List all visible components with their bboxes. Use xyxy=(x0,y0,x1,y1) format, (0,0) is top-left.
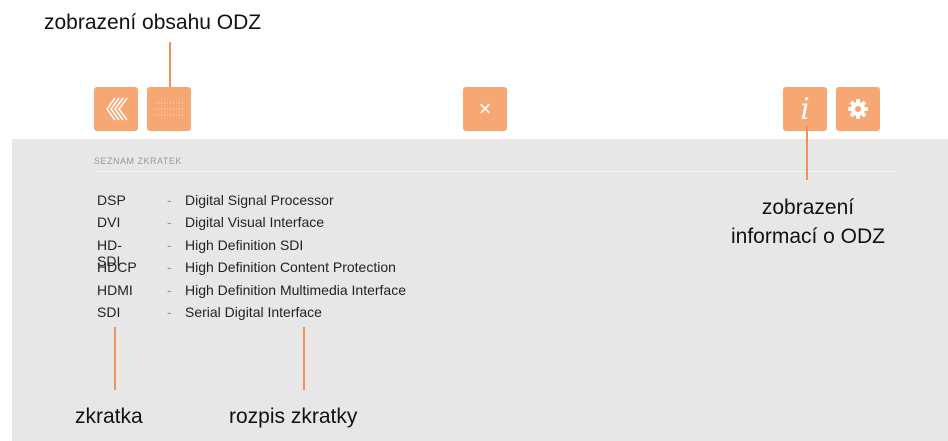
double-chevron-left-icon xyxy=(106,97,128,121)
abbreviation-key: HDCP xyxy=(97,259,137,276)
abbreviation-key: DVI xyxy=(97,214,121,231)
separator: - xyxy=(167,303,172,320)
abbreviation-key: SDI xyxy=(97,303,121,320)
separator: - xyxy=(167,214,172,231)
callout-content-view: zobrazení obsahu ODZ xyxy=(44,11,262,34)
callout-info-view-line2: informací o ODZ xyxy=(730,225,886,248)
panel-divider xyxy=(94,171,896,172)
abbreviation-description: Digital Visual Interface xyxy=(185,214,325,231)
separator: - xyxy=(167,281,172,298)
leader-line-abbreviation xyxy=(114,327,116,390)
abbreviation-description: Serial Digital Interface xyxy=(185,303,322,320)
callout-abbreviation-expansion: rozpis zkratky xyxy=(229,405,358,428)
leader-line-info-view xyxy=(806,126,808,180)
list-icon xyxy=(155,102,183,116)
info-button[interactable]: i xyxy=(783,87,827,131)
separator: - xyxy=(167,259,172,276)
abbreviation-panel xyxy=(12,139,948,441)
settings-button[interactable] xyxy=(836,87,880,131)
abbreviation-key: DSP xyxy=(97,192,126,208)
close-button[interactable]: × xyxy=(463,87,507,131)
callout-abbreviation: zkratka xyxy=(75,405,143,428)
abbreviation-description: High Definition Content Protection xyxy=(185,259,396,276)
separator: - xyxy=(167,236,172,253)
panel-heading: SEZNAM ZKRATEK xyxy=(94,156,182,166)
separator: - xyxy=(167,192,172,208)
callout-info-view-line1: zobrazení xyxy=(761,196,855,219)
callout-info-view: zobrazení informací o ODZ xyxy=(718,193,898,251)
info-icon: i xyxy=(800,91,810,127)
leader-line-expansion xyxy=(303,327,305,390)
abbreviation-description: Digital Signal Processor xyxy=(185,192,334,208)
abbreviation-description: High Definition Multimedia Interface xyxy=(185,281,406,298)
back-button[interactable] xyxy=(94,87,138,131)
abbreviation-key: HDMI xyxy=(97,281,133,298)
gear-icon xyxy=(848,99,868,119)
close-icon: × xyxy=(478,96,492,121)
content-view-button[interactable] xyxy=(147,87,191,131)
abbreviation-description: High Definition SDI xyxy=(185,236,304,253)
